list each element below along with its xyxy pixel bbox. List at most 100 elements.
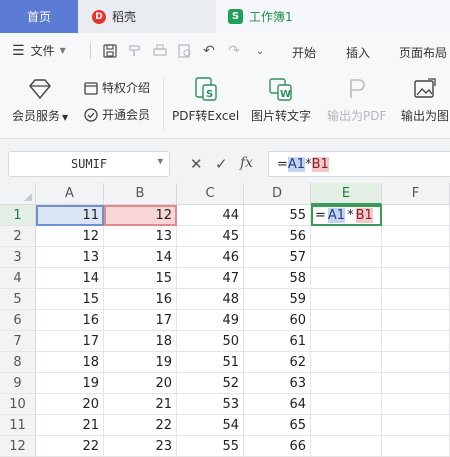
cell-a8[interactable]: 18 — [36, 352, 104, 373]
column-header-d[interactable]: D — [244, 183, 311, 205]
cell-d5[interactable]: 59 — [244, 289, 311, 310]
chevron-down-icon[interactable]: ▼ — [158, 157, 163, 167]
cell-e12[interactable] — [311, 436, 382, 457]
cell-e4[interactable] — [311, 268, 382, 289]
spreadsheet-grid[interactable]: A B C D E F 1 11 12 44 55 = A1 * B1 2 12 13 45 56 3 13 14 46 57 4… — [0, 183, 450, 457]
row-header-9[interactable]: 9 — [0, 373, 36, 394]
row-header-12[interactable]: 12 — [0, 436, 36, 457]
cell-b7[interactable]: 18 — [104, 331, 177, 352]
cell-f4[interactable] — [382, 268, 450, 289]
cell-d8[interactable]: 62 — [244, 352, 311, 373]
insert-function-fx-icon[interactable]: fx — [240, 155, 253, 171]
tab-home[interactable]: 首页 — [0, 0, 78, 33]
cell-f9[interactable] — [382, 373, 450, 394]
quick-access-more-icon[interactable]: ⌄ — [249, 40, 271, 62]
cell-b8[interactable]: 19 — [104, 352, 177, 373]
cell-c5[interactable]: 48 — [177, 289, 244, 310]
cell-d12[interactable]: 66 — [244, 436, 311, 457]
cell-c6[interactable]: 49 — [177, 310, 244, 331]
row-header-8[interactable]: 8 — [0, 352, 36, 373]
cell-e1[interactable]: = A1 * B1 — [311, 205, 382, 226]
cell-e7[interactable] — [311, 331, 382, 352]
cell-f5[interactable] — [382, 289, 450, 310]
cell-c9[interactable]: 52 — [177, 373, 244, 394]
formula-input[interactable]: = A1 * B1 — [268, 151, 450, 177]
cell-d9[interactable]: 63 — [244, 373, 311, 394]
row-header-5[interactable]: 5 — [0, 289, 36, 310]
cell-b6[interactable]: 17 — [104, 310, 177, 331]
cell-d6[interactable]: 60 — [244, 310, 311, 331]
confirm-check-icon[interactable]: ✓ — [215, 155, 228, 173]
cell-a12[interactable]: 22 — [36, 436, 104, 457]
row-header-3[interactable]: 3 — [0, 247, 36, 268]
cell-b4[interactable]: 15 — [104, 268, 177, 289]
cell-d4[interactable]: 58 — [244, 268, 311, 289]
cell-c12[interactable]: 55 — [177, 436, 244, 457]
cell-a7[interactable]: 17 — [36, 331, 104, 352]
cell-d1[interactable]: 55 — [244, 205, 311, 226]
cell-a3[interactable]: 13 — [36, 247, 104, 268]
format-painter-icon[interactable] — [124, 40, 146, 62]
row-header-1[interactable]: 1 — [0, 205, 36, 226]
cell-e3[interactable] — [311, 247, 382, 268]
cell-b5[interactable]: 16 — [104, 289, 177, 310]
cell-d2[interactable]: 56 — [244, 226, 311, 247]
cell-c7[interactable]: 50 — [177, 331, 244, 352]
cell-b9[interactable]: 20 — [104, 373, 177, 394]
cell-f1[interactable] — [382, 205, 450, 226]
member-service-button[interactable]: 会员服务 ▼ — [12, 75, 68, 124]
cell-b3[interactable]: 14 — [104, 247, 177, 268]
export-pdf-button[interactable]: 输出为PDF — [327, 75, 386, 124]
cell-e2[interactable] — [311, 226, 382, 247]
cell-f3[interactable] — [382, 247, 450, 268]
print-icon[interactable] — [149, 40, 171, 62]
cell-f2[interactable] — [382, 226, 450, 247]
cell-a4[interactable]: 14 — [36, 268, 104, 289]
cell-c11[interactable]: 54 — [177, 415, 244, 436]
cell-c2[interactable]: 45 — [177, 226, 244, 247]
pdf-to-excel-button[interactable]: S PDF转Excel — [172, 75, 239, 124]
cell-a10[interactable]: 20 — [36, 394, 104, 415]
row-header-6[interactable]: 6 — [0, 310, 36, 331]
cell-f12[interactable] — [382, 436, 450, 457]
file-menu[interactable]: ☰ 文件 ▼ — [12, 42, 66, 59]
cell-b11[interactable]: 22 — [104, 415, 177, 436]
row-header-7[interactable]: 7 — [0, 331, 36, 352]
privileges-button[interactable]: 特权介绍 — [84, 79, 150, 96]
column-header-b[interactable]: B — [104, 183, 177, 205]
cell-c4[interactable]: 47 — [177, 268, 244, 289]
menu-tab-insert[interactable]: 插入 — [346, 44, 370, 61]
cell-e5[interactable] — [311, 289, 382, 310]
cell-a2[interactable]: 12 — [36, 226, 104, 247]
save-icon[interactable] — [99, 40, 121, 62]
cell-f10[interactable] — [382, 394, 450, 415]
print-preview-icon[interactable] — [174, 40, 196, 62]
image-to-text-button[interactable]: W 图片转文字 — [251, 75, 311, 124]
row-header-2[interactable]: 2 — [0, 226, 36, 247]
cell-e11[interactable] — [311, 415, 382, 436]
cell-c1[interactable]: 44 — [177, 205, 244, 226]
name-box[interactable]: SUMIF ▼ — [8, 151, 170, 177]
tab-daoke[interactable]: D 稻壳 — [78, 0, 216, 33]
row-header-11[interactable]: 11 — [0, 415, 36, 436]
cell-c8[interactable]: 51 — [177, 352, 244, 373]
cell-e10[interactable] — [311, 394, 382, 415]
redo-icon[interactable]: ↷ — [223, 40, 245, 62]
cell-e9[interactable] — [311, 373, 382, 394]
cell-b10[interactable]: 21 — [104, 394, 177, 415]
cell-a1[interactable]: 11 — [36, 205, 104, 226]
cell-f8[interactable] — [382, 352, 450, 373]
menu-tab-page-layout[interactable]: 页面布局 — [399, 44, 447, 61]
cell-e8[interactable] — [311, 352, 382, 373]
column-header-f[interactable]: F — [382, 183, 450, 205]
undo-icon[interactable]: ↶ — [198, 40, 220, 62]
row-header-4[interactable]: 4 — [0, 268, 36, 289]
cell-a6[interactable]: 16 — [36, 310, 104, 331]
row-header-10[interactable]: 10 — [0, 394, 36, 415]
cell-e6[interactable] — [311, 310, 382, 331]
cell-b2[interactable]: 13 — [104, 226, 177, 247]
open-member-button[interactable]: 开通会员 — [84, 106, 150, 123]
cell-d7[interactable]: 61 — [244, 331, 311, 352]
menu-tab-home[interactable]: 开始 — [292, 44, 316, 61]
cell-a11[interactable]: 21 — [36, 415, 104, 436]
